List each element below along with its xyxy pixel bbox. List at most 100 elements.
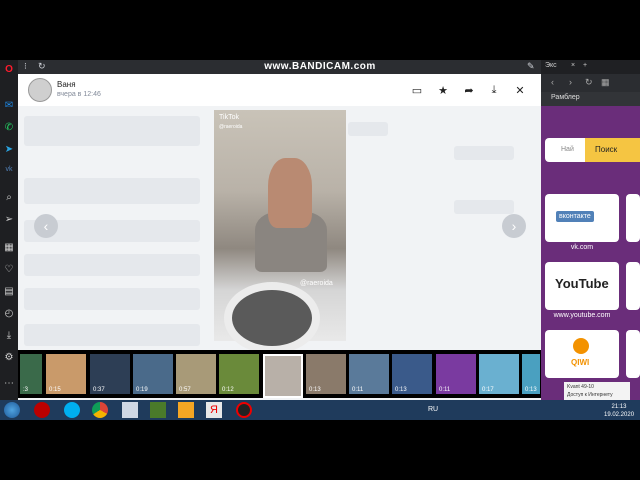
news-icon[interactable]: ▤ bbox=[3, 286, 15, 298]
bottom-letterbox bbox=[0, 420, 640, 480]
thumbnail-duration: 0:13 bbox=[525, 387, 537, 393]
thumbnail-duration: 0:11 bbox=[439, 387, 451, 393]
video-scene-washing-machine bbox=[224, 282, 320, 354]
download-icon[interactable]: ⤓ bbox=[3, 330, 15, 342]
close-icon[interactable]: ✕ bbox=[513, 84, 527, 97]
thumbnail[interactable]: 0:11 bbox=[349, 354, 389, 394]
network-status: Доступ к Интернету bbox=[567, 392, 613, 398]
clock-date: 19.02.2020 bbox=[604, 412, 635, 418]
bookmarks-bar: Рамблер bbox=[541, 92, 640, 106]
thumbnail[interactable]: 0:15 bbox=[46, 354, 86, 394]
opera-sidebar: O ✉ ✆ ➤ vk ⌕ ➢ ▦ ♡ ▤ ◴ ⤓ ⚙ ⋯ bbox=[0, 60, 18, 400]
vk-logo: вконтакте bbox=[556, 211, 594, 222]
search-input[interactable]: Най bbox=[545, 138, 585, 162]
download-icon[interactable]: ⤓ bbox=[487, 84, 501, 97]
user-name[interactable]: Ваня bbox=[57, 80, 76, 89]
tab-label[interactable]: Экс bbox=[545, 62, 557, 69]
speed-dial-tile[interactable] bbox=[626, 262, 640, 310]
prev-arrow-button[interactable]: ‹ bbox=[34, 214, 58, 238]
new-tab-icon[interactable]: + bbox=[583, 62, 587, 69]
tab-bar: Экс × + bbox=[541, 60, 640, 74]
skype-taskbar-icon[interactable] bbox=[64, 402, 80, 418]
thumbnail-duration: 0:13 bbox=[309, 387, 321, 393]
media-player-taskbar-icon[interactable] bbox=[178, 402, 194, 418]
speed-dial-vk[interactable]: вконтакте bbox=[545, 194, 619, 242]
opera-taskbar-icon[interactable] bbox=[34, 402, 50, 418]
thumbnail[interactable]: 0:37 bbox=[90, 354, 130, 394]
thumbnail-duration: 0:37 bbox=[93, 387, 105, 393]
send-icon[interactable]: ➢ bbox=[3, 214, 15, 226]
thumbnail[interactable]: 0:17 bbox=[479, 354, 519, 394]
back-arrow-icon[interactable]: ‹ bbox=[551, 77, 554, 87]
start-button-icon[interactable] bbox=[4, 402, 20, 418]
thumbnail[interactable]: 0:13 bbox=[522, 354, 540, 394]
opera-logo-icon[interactable]: O bbox=[3, 64, 15, 76]
search-button-label: Поиск bbox=[595, 145, 618, 154]
network-notification[interactable]: Kvant 49-10 Доступ к Интернету bbox=[564, 382, 630, 400]
thumbnail-duration: 0:11 bbox=[352, 387, 364, 393]
thumbnail[interactable]: 0:11 bbox=[436, 354, 476, 394]
thumbnail-selected[interactable] bbox=[263, 354, 303, 398]
video-scene-person-face bbox=[268, 158, 312, 228]
thumbnail[interactable]: :3 bbox=[20, 354, 42, 394]
heart-icon[interactable]: ♡ bbox=[3, 264, 15, 276]
search-icon[interactable]: ⌕ bbox=[3, 192, 15, 204]
reload-icon[interactable]: ↻ bbox=[585, 77, 593, 88]
yandex-taskbar-icon[interactable]: Я bbox=[206, 402, 222, 418]
thumbnail[interactable]: 0:12 bbox=[219, 354, 259, 394]
history-icon[interactable]: ◴ bbox=[3, 308, 15, 320]
bookmark-rambler[interactable]: Рамблер bbox=[551, 94, 580, 101]
whatsapp-icon[interactable]: ✆ bbox=[3, 122, 15, 134]
forward-arrow-icon[interactable]: › bbox=[569, 77, 572, 87]
qiwi-logo: QIWI bbox=[571, 358, 590, 367]
thumbnail-duration: :3 bbox=[23, 387, 29, 393]
avatar[interactable] bbox=[28, 78, 52, 102]
thumbnail-duration: 0:12 bbox=[222, 387, 234, 393]
minecraft-taskbar-icon[interactable] bbox=[150, 402, 166, 418]
search-button[interactable]: Поиск bbox=[585, 138, 640, 162]
thumbnail-duration: 0:57 bbox=[179, 387, 191, 393]
settings-icon[interactable]: ⚙ bbox=[3, 352, 15, 364]
close-tab-icon[interactable]: × bbox=[571, 62, 575, 69]
qiwi-logo-icon bbox=[573, 338, 589, 354]
youtube-logo: YouTube bbox=[555, 276, 609, 291]
clock-time: 21:13 bbox=[611, 404, 627, 410]
apps-grid-icon[interactable]: ▦ bbox=[3, 242, 15, 254]
speed-dial-tile[interactable] bbox=[626, 194, 640, 242]
telegram-icon[interactable]: ➤ bbox=[3, 144, 15, 156]
thumbnail-duration: 0:19 bbox=[136, 387, 148, 393]
vk-icon[interactable]: vk bbox=[3, 164, 15, 176]
comment-icon[interactable]: ▭ bbox=[410, 84, 424, 97]
language-indicator[interactable]: RU bbox=[428, 406, 438, 413]
search-placeholder: Най bbox=[561, 146, 574, 153]
thumbnail[interactable]: 0:13 bbox=[306, 354, 346, 394]
top-letterbox bbox=[0, 0, 640, 60]
speed-dial-caption: www.youtube.com bbox=[553, 312, 611, 319]
thumbnail[interactable]: 0:19 bbox=[133, 354, 173, 394]
share-icon[interactable]: ➦ bbox=[462, 84, 476, 97]
speed-dial-qiwi[interactable]: QIWI bbox=[545, 330, 619, 378]
thumbnail[interactable]: 0:13 bbox=[392, 354, 432, 394]
apps-grid-icon[interactable]: ▦ bbox=[601, 77, 610, 88]
chrome-taskbar-icon[interactable] bbox=[92, 402, 108, 418]
computer-taskbar-icon[interactable] bbox=[122, 402, 138, 418]
address-bar: ‹ › ↻ ▦ bbox=[541, 74, 640, 92]
video-watermark: @raeroida bbox=[300, 280, 333, 287]
speed-dial-caption: vk.com bbox=[570, 244, 594, 251]
speed-dial-youtube[interactable]: YouTube bbox=[545, 262, 619, 310]
bandicam-taskbar-icon[interactable] bbox=[236, 402, 252, 418]
more-icon[interactable]: ⋯ bbox=[3, 378, 15, 390]
tiktok-handle: @raeroida bbox=[219, 124, 243, 130]
post-time: вчера в 12:46 bbox=[57, 91, 101, 98]
thumbnail-duration: 0:15 bbox=[49, 387, 61, 393]
tiktok-logo: TikTok bbox=[219, 114, 239, 121]
messenger-icon[interactable]: ✉ bbox=[3, 100, 15, 112]
star-icon[interactable]: ★ bbox=[436, 84, 450, 97]
thumbnail-duration: 0:13 bbox=[395, 387, 407, 393]
network-name: Kvant 49-10 bbox=[567, 384, 594, 390]
next-arrow-button[interactable]: › bbox=[502, 214, 526, 238]
thumbnail[interactable]: 0:57 bbox=[176, 354, 216, 394]
system-clock[interactable]: 21:13 19.02.2020 bbox=[604, 403, 634, 419]
speed-dial-tile[interactable] bbox=[626, 330, 640, 378]
thumbnail-duration: 0:17 bbox=[482, 387, 494, 393]
